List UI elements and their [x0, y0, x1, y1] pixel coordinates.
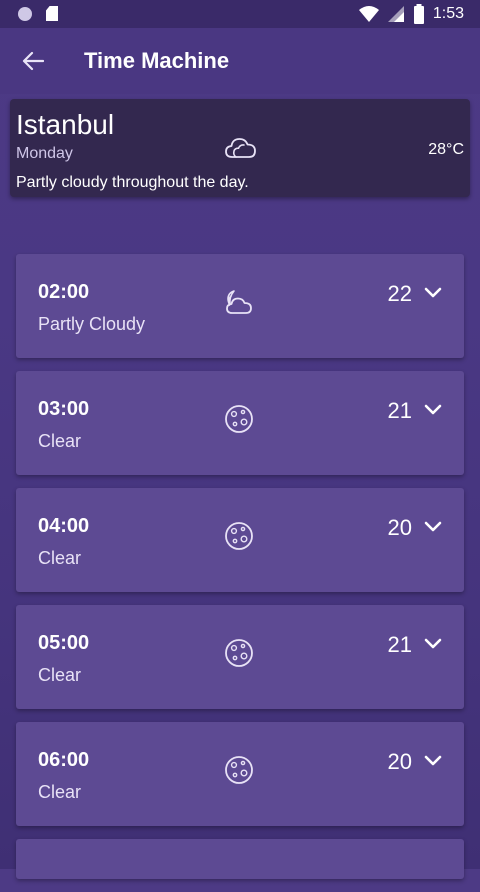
moon-icon	[225, 522, 253, 550]
chevron-down-icon[interactable]	[424, 520, 442, 534]
wifi-icon	[358, 6, 379, 22]
hour-row[interactable]: 05:00 Clear 21	[16, 605, 464, 709]
hour-row[interactable]: 06:00 Clear 20	[16, 722, 464, 826]
hour-time: 03:00	[38, 398, 90, 420]
hour-temperature: 21	[387, 398, 412, 423]
hour-row[interactable]: 03:00 Clear 21	[16, 371, 464, 475]
moon-icon	[225, 639, 253, 667]
chevron-down-icon[interactable]	[424, 754, 442, 768]
status-right: 1:53	[358, 4, 464, 24]
moon-icon	[225, 405, 253, 433]
hour-time: 05:00	[38, 632, 90, 654]
summary-day: Monday	[16, 145, 73, 162]
cloud-icon	[225, 138, 256, 158]
hourly-list: 02:00 Partly Cloudy 22 03:00 Clear 21 04…	[16, 254, 464, 892]
status-time: 1:53	[432, 5, 464, 22]
hour-time: 06:00	[38, 749, 90, 771]
chevron-down-icon[interactable]	[424, 403, 442, 417]
back-button[interactable]	[18, 46, 48, 76]
status-bar: 1:53	[0, 0, 480, 28]
battery-icon	[413, 4, 424, 24]
app-bar: Time Machine	[0, 28, 480, 94]
hour-condition: Partly Cloudy	[38, 314, 146, 334]
hour-time: 02:00	[38, 281, 90, 303]
hour-condition: Clear	[38, 431, 82, 451]
chevron-down-icon[interactable]	[424, 286, 442, 300]
hour-condition: Clear	[38, 782, 82, 802]
hour-row-partial[interactable]	[16, 839, 464, 879]
page-title: Time Machine	[84, 48, 230, 73]
signal-icon	[387, 6, 404, 22]
notification-dot-icon	[18, 6, 32, 21]
hour-row[interactable]: 04:00 Clear 20	[16, 488, 464, 592]
hour-temperature: 22	[387, 281, 412, 306]
summary-city: Istanbul	[16, 109, 115, 140]
status-left	[18, 6, 58, 21]
arrow-left-icon	[22, 51, 44, 71]
hour-time: 04:00	[38, 515, 90, 537]
moon-icon	[225, 756, 253, 784]
hour-condition: Clear	[38, 665, 82, 685]
hour-temperature: 21	[387, 632, 412, 657]
hour-temperature: 20	[387, 749, 412, 774]
summary-temperature: 28°C	[428, 141, 464, 158]
chevron-down-icon[interactable]	[424, 637, 442, 651]
hour-temperature: 20	[387, 515, 412, 540]
summary-card: Istanbul Monday 28°C Partly cloudy throu…	[10, 99, 470, 197]
partly-cloudy-night-icon	[226, 290, 252, 314]
hour-condition: Clear	[38, 548, 82, 568]
sd-card-icon	[46, 6, 58, 21]
summary-description: Partly cloudy throughout the day.	[16, 174, 249, 191]
hour-row[interactable]: 02:00 Partly Cloudy 22	[16, 254, 464, 358]
